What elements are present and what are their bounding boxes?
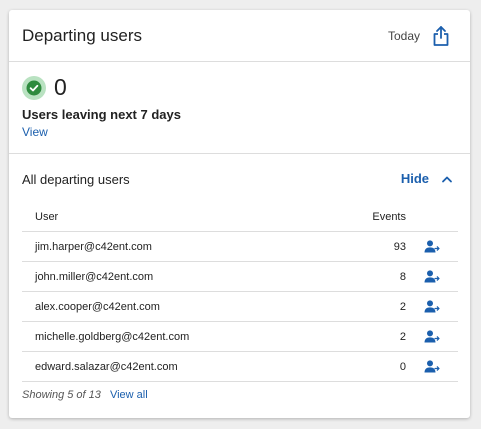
- user-email: alex.cooper@c42ent.com: [22, 291, 326, 322]
- showing-count: Showing 5 of 13: [22, 389, 101, 401]
- user-email: john.miller@c42ent.com: [22, 261, 326, 292]
- table-row: michelle.goldberg@c42ent.com 2: [22, 321, 458, 352]
- table-footer: Showing 5 of 13 View all: [22, 389, 148, 401]
- table-row: alex.cooper@c42ent.com 2: [22, 291, 458, 322]
- departing-users-card: Departing users Today 0 Users leaving ne…: [9, 10, 470, 418]
- user-email: edward.salazar@c42ent.com: [22, 351, 326, 382]
- events-count: 8: [326, 261, 406, 292]
- events-count: 2: [326, 291, 406, 322]
- events-count: 2: [326, 321, 406, 352]
- check-circle-icon: [22, 76, 46, 100]
- column-header-user: User: [22, 203, 326, 232]
- share-export-icon: [433, 26, 449, 46]
- user-email: jim.harper@c42ent.com: [22, 231, 326, 262]
- user-remove-icon[interactable]: [424, 300, 440, 313]
- section-title: All departing users: [22, 172, 130, 187]
- card-title: Departing users: [22, 26, 143, 45]
- column-header-events: Events: [326, 203, 406, 232]
- events-count: 93: [326, 231, 406, 262]
- view-all-link[interactable]: View all: [110, 389, 148, 401]
- hide-button[interactable]: Hide: [401, 171, 429, 186]
- user-remove-icon[interactable]: [424, 360, 440, 373]
- chevron-up-icon[interactable]: [441, 173, 453, 185]
- column-header-action: [406, 203, 458, 232]
- user-remove-icon[interactable]: [424, 330, 440, 343]
- user-email: michelle.goldberg@c42ent.com: [22, 321, 326, 352]
- user-remove-icon[interactable]: [424, 240, 440, 253]
- export-button[interactable]: [431, 25, 451, 47]
- date-range-label: Today: [387, 29, 420, 43]
- table-row: john.miller@c42ent.com 8: [22, 261, 458, 292]
- summary-label: Users leaving next 7 days: [22, 107, 181, 122]
- card-header: Departing users Today: [9, 10, 470, 62]
- table-row: jim.harper@c42ent.com 93: [22, 231, 458, 262]
- view-link[interactable]: View: [22, 125, 48, 139]
- departing-users-table: User Events jim.harper@c42ent.com 93 joh…: [22, 203, 458, 382]
- table-row: edward.salazar@c42ent.com 0: [22, 351, 458, 382]
- summary-section: 0 Users leaving next 7 days View: [9, 62, 470, 154]
- departing-count: 0: [54, 74, 67, 100]
- table-header-row: User Events: [22, 203, 458, 232]
- events-count: 0: [326, 351, 406, 382]
- user-remove-icon[interactable]: [424, 270, 440, 283]
